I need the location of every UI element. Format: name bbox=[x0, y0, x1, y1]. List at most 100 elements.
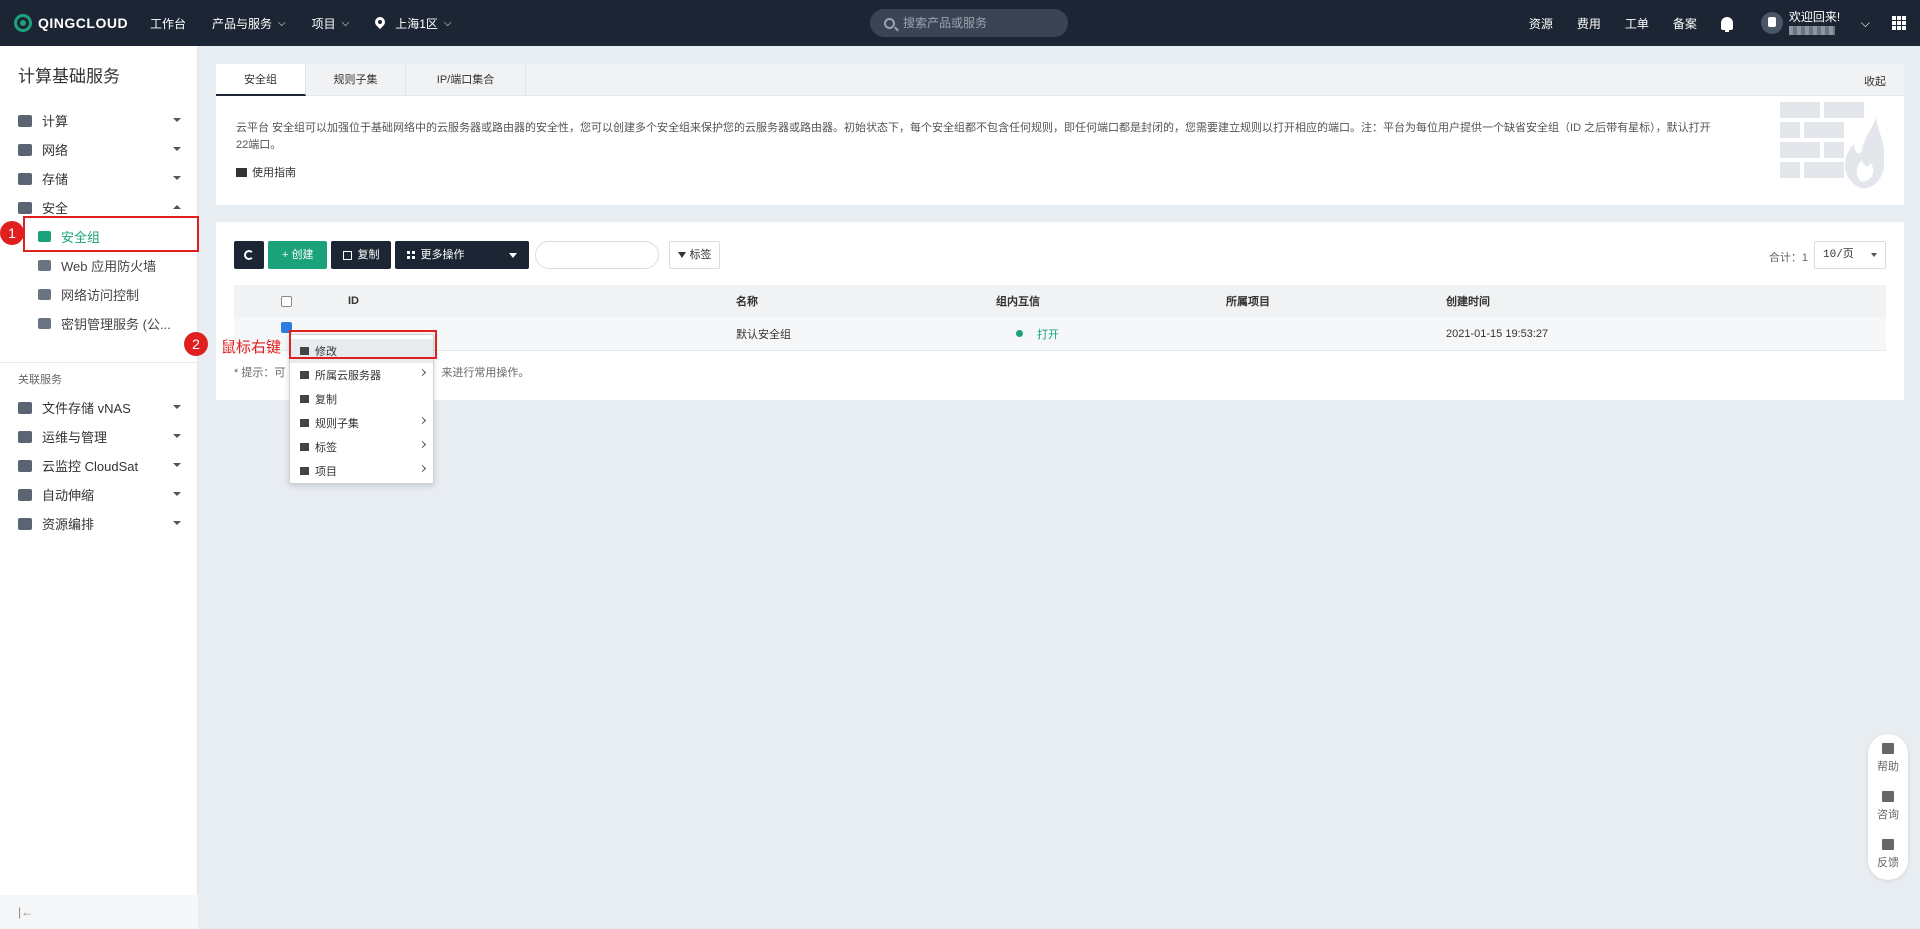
search-input[interactable] bbox=[903, 16, 1053, 30]
region-selector[interactable]: 上海1区 ⌵ bbox=[375, 15, 452, 32]
nav-projects[interactable]: 项目 ⌵ bbox=[312, 15, 350, 32]
filter-search-input[interactable] bbox=[535, 241, 660, 269]
ops-icon bbox=[18, 430, 32, 443]
context-item-tag[interactable]: 标签 bbox=[290, 435, 433, 459]
info-description: 云平台 安全组可以加强位于基础网络中的云服务器或路由器的安全性，您可以创建多个安… bbox=[236, 122, 1711, 151]
sidebar-sub-acl[interactable]: 网络访问控制 bbox=[0, 280, 197, 309]
caret-down-icon bbox=[173, 118, 181, 122]
link-resources[interactable]: 资源 bbox=[1529, 15, 1553, 32]
folder-icon bbox=[18, 401, 32, 414]
filter-icon bbox=[678, 252, 687, 258]
header-id[interactable]: ID bbox=[348, 285, 359, 317]
header-name[interactable]: 名称 bbox=[736, 285, 758, 317]
sidebar-item-orchestration[interactable]: 资源编排 bbox=[0, 509, 197, 538]
select-all-checkbox[interactable] bbox=[281, 295, 292, 307]
sidebar-sub-waf[interactable]: Web 应用防火墙 bbox=[0, 251, 197, 280]
link-billing[interactable]: 费用 bbox=[1577, 15, 1601, 32]
sidebar-item-cloudsat[interactable]: 云监控 CloudSat bbox=[0, 451, 197, 480]
book-icon bbox=[236, 167, 247, 177]
page-size-select[interactable]: 10/页 bbox=[1814, 241, 1886, 269]
header-project[interactable]: 所属项目 bbox=[1226, 285, 1270, 317]
book-icon bbox=[1882, 742, 1894, 754]
tab-rule-subset[interactable]: 规则子集 bbox=[306, 64, 406, 96]
sidebar-sub-kms[interactable]: 密钥管理服务 (公... bbox=[0, 309, 197, 338]
toolbar: + 创建 复制 更多操作 标签 bbox=[234, 241, 721, 269]
context-item-copy[interactable]: 复制 bbox=[290, 387, 433, 411]
context-item-project[interactable]: 项目 bbox=[290, 459, 433, 483]
caret-down-icon bbox=[173, 463, 181, 467]
sidebar-item-network[interactable]: 网络 bbox=[0, 135, 197, 164]
feedback-button[interactable]: 反馈 bbox=[1868, 830, 1908, 878]
autoscale-icon bbox=[18, 488, 32, 501]
grid-dots-icon bbox=[300, 419, 309, 427]
chevron-down-icon[interactable]: ⌵ bbox=[1861, 16, 1870, 31]
consult-button[interactable]: 咨询 bbox=[1868, 782, 1908, 830]
top-right-links: 资源 费用 工单 备案 欢迎回来! ⌵ bbox=[1529, 0, 1920, 46]
sidebar: 计算基础服务 计算 网络 存储 安全 安全组 Web 应用防火墙 网络访问控制 … bbox=[0, 46, 198, 929]
refresh-button[interactable] bbox=[234, 241, 264, 269]
table-header: ID 名称 组内互信 所属项目 创建时间 bbox=[234, 285, 1886, 317]
chevron-down-icon: ⌵ bbox=[443, 17, 452, 29]
tag-filter-button[interactable]: 标签 bbox=[669, 241, 721, 269]
brand-name: QINGCLOUD bbox=[38, 15, 129, 31]
brand-logo[interactable]: QINGCLOUD bbox=[14, 14, 134, 32]
firewall-illustration-icon bbox=[1780, 102, 1884, 189]
sidebar-item-vnas[interactable]: 文件存储 vNAS bbox=[0, 393, 197, 422]
acl-icon bbox=[38, 289, 51, 300]
caret-up-icon bbox=[173, 205, 181, 209]
key-icon bbox=[38, 318, 51, 329]
create-button[interactable]: + 创建 bbox=[268, 241, 328, 269]
copy-button[interactable]: 复制 bbox=[331, 241, 392, 269]
caret-down-icon bbox=[509, 252, 518, 258]
sidebar-title: 计算基础服务 bbox=[18, 67, 120, 86]
header-created[interactable]: 创建时间 bbox=[1446, 285, 1490, 317]
sidebar-item-ops[interactable]: 运维与管理 bbox=[0, 422, 197, 451]
chevron-right-icon bbox=[418, 464, 427, 473]
context-item-rule-subset[interactable]: 规则子集 bbox=[290, 411, 433, 435]
sidebar-item-autoscaling[interactable]: 自动伸缩 bbox=[0, 480, 197, 509]
network-icon bbox=[18, 143, 32, 156]
context-item-instances[interactable]: 所属云服务器 bbox=[290, 363, 433, 387]
row-trust-status: 打开 bbox=[1016, 317, 1059, 350]
nav-products[interactable]: 产品与服务 ⌵ bbox=[212, 15, 286, 32]
tab-security-group[interactable]: 安全组 bbox=[216, 64, 306, 96]
sidebar-item-storage[interactable]: 存储 bbox=[0, 164, 197, 193]
redacted-username bbox=[1788, 26, 1835, 35]
chevron-right-icon bbox=[418, 440, 427, 449]
caret-down-icon bbox=[173, 405, 181, 409]
table-row[interactable]: 默认安全组 打开 2021-01-15 19:53:27 bbox=[234, 317, 1886, 351]
annotation-box-2 bbox=[289, 330, 437, 359]
sidebar-item-compute[interactable]: 计算 bbox=[0, 106, 197, 135]
caret-down-icon bbox=[173, 521, 181, 525]
link-tickets[interactable]: 工单 bbox=[1625, 15, 1649, 32]
chevron-right-icon bbox=[418, 368, 427, 377]
monitor-icon bbox=[300, 371, 309, 379]
chevron-down-icon: ⌵ bbox=[341, 17, 350, 29]
storage-icon bbox=[18, 172, 32, 185]
sidebar-collapse-button[interactable]: |← bbox=[0, 895, 198, 929]
security-group-panel: + 创建 复制 更多操作 标签 合计：1 10/页 ID 名称 组内互信 所属项… bbox=[216, 222, 1904, 400]
user-welcome[interactable]: 欢迎回来! bbox=[1788, 11, 1843, 35]
usage-guide-link[interactable]: 使用指南 bbox=[236, 164, 296, 180]
more-actions-dropdown[interactable]: 更多操作 bbox=[395, 241, 530, 269]
nav-workbench[interactable]: 工作台 bbox=[150, 15, 186, 32]
avatar[interactable] bbox=[1760, 12, 1783, 34]
status-dot-icon bbox=[1016, 330, 1023, 337]
collapse-link[interactable]: 收起 bbox=[1864, 73, 1886, 89]
top-nav: 工作台 产品与服务 ⌵ 项目 ⌵ 上海1区 ⌵ bbox=[150, 15, 478, 32]
help-button[interactable]: 帮助 bbox=[1868, 734, 1908, 782]
annotation-box-1 bbox=[23, 216, 199, 252]
tab-ip-port-set[interactable]: IP/端口集合 bbox=[406, 64, 526, 96]
waf-icon bbox=[38, 260, 51, 271]
row-name[interactable]: 默认安全组 bbox=[736, 317, 791, 350]
global-search[interactable] bbox=[870, 9, 1068, 37]
link-filing[interactable]: 备案 bbox=[1673, 15, 1697, 32]
bell-icon[interactable] bbox=[1720, 16, 1733, 32]
floating-help-panel: 帮助 咨询 反馈 bbox=[1868, 734, 1908, 880]
sidebar-section-related: 关联服务 bbox=[18, 374, 62, 386]
caret-down-icon bbox=[173, 176, 181, 180]
apps-grid-icon[interactable] bbox=[1892, 16, 1906, 30]
header-trust[interactable]: 组内互信 bbox=[996, 285, 1040, 317]
annotation-number-2: 2 bbox=[184, 332, 208, 356]
chip-icon bbox=[18, 114, 32, 127]
